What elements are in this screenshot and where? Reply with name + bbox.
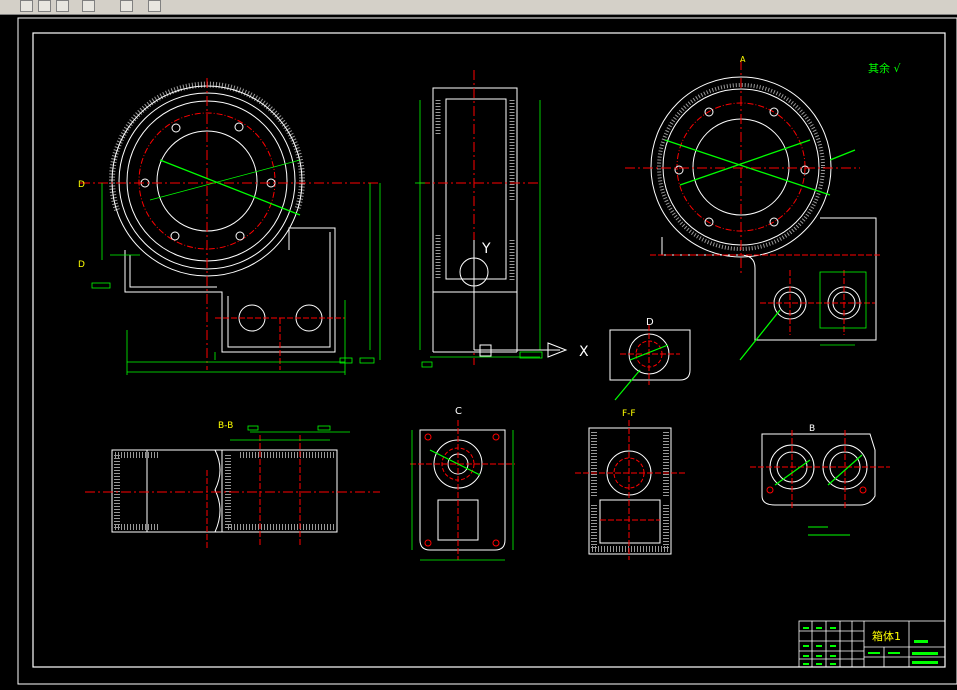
pin-tool-button[interactable] [120, 0, 133, 12]
marker-d-top: D [78, 180, 85, 190]
view-d [609, 325, 691, 401]
view-c [410, 420, 515, 561]
front-view [80, 78, 381, 375]
title-block-part-name: 箱体1 [872, 629, 901, 643]
side-section-view [415, 70, 568, 368]
marker-d-bottom: D [78, 260, 85, 270]
window-tool-button[interactable] [56, 0, 69, 12]
section-b-b [85, 425, 380, 550]
paint-tool-button[interactable] [148, 0, 161, 12]
save-tool-button[interactable] [38, 0, 51, 12]
view-b [750, 430, 890, 536]
section-f-f-label: F-F [622, 409, 636, 419]
view-c-label: C [455, 406, 462, 417]
cad-toolbar [0, 0, 957, 15]
section-f-f [575, 420, 685, 560]
axis-y-label: Y [481, 241, 491, 257]
surface-note: 其余 √ [868, 61, 901, 75]
star-tool-button[interactable] [82, 0, 95, 12]
view-d-label: D [646, 317, 654, 328]
draw-tool-button[interactable] [20, 0, 33, 12]
view-b-label: B [809, 424, 815, 434]
axis-x-label: X [579, 344, 589, 360]
drawing-canvas[interactable]: D D X Y A 其余 √ D B-B C F-F B 箱体1 [0, 14, 957, 690]
marker-a: A [740, 55, 746, 64]
section-b-b-label: B-B [218, 421, 233, 431]
view-a [625, 60, 880, 361]
